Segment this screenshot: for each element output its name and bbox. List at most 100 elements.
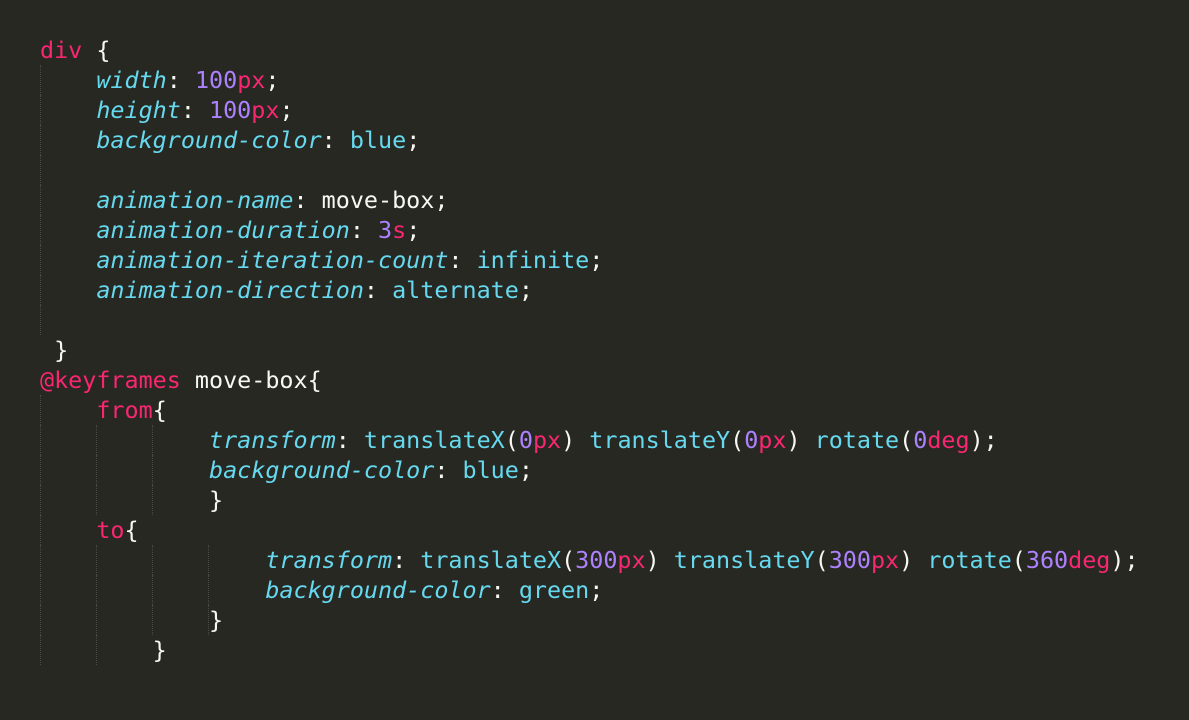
code-token: rotate — [814, 426, 900, 454]
code-token: ; — [434, 186, 449, 214]
code-token: ; — [265, 66, 280, 94]
code-token: to — [96, 516, 125, 544]
code-line-7: animation-duration: 3s; — [0, 215, 1189, 245]
code-token: ; — [518, 276, 533, 304]
code-token: translateX — [420, 546, 562, 574]
code-line-12: @keyframes move-box{ — [0, 365, 1189, 395]
code-editor[interactable]: div { width: 100px; height: 100px; backg… — [0, 0, 1189, 720]
code-token: translateX — [363, 426, 505, 454]
code-token: background-color — [209, 456, 435, 484]
code-token: 100 — [209, 96, 252, 124]
code-token: rotate — [927, 546, 1012, 574]
code-token: ; — [518, 456, 533, 484]
code-token: px — [870, 546, 900, 574]
code-token: transform — [265, 546, 393, 574]
code-token: animation-duration — [96, 216, 350, 244]
code-token: px — [251, 96, 280, 124]
code-token: translateY — [589, 426, 731, 454]
code-token: : — [293, 186, 322, 214]
code-token: background-color — [96, 126, 322, 154]
code-line-9: animation-direction: alternate; — [0, 275, 1189, 305]
code-token: : — [363, 276, 393, 304]
code-token: s — [392, 216, 407, 244]
code-token: green — [518, 576, 590, 604]
code-line-20: } — [0, 605, 1189, 635]
code-token: : — [180, 96, 210, 124]
code-token: } — [40, 486, 224, 514]
code-token: 100 — [194, 66, 238, 94]
code-token: animation-iteration-count — [96, 246, 449, 274]
code-token: } — [40, 606, 224, 634]
code-token: : — [166, 66, 195, 94]
code-token: ( — [899, 426, 914, 454]
code-token: : — [490, 576, 519, 604]
code-token: ; — [406, 126, 421, 154]
code-line-1: div { — [0, 35, 1189, 65]
code-line-18: transform: translateX(300px) translateY(… — [0, 545, 1189, 575]
code-token: move-box{ — [180, 366, 322, 394]
code-token: background-color — [265, 576, 491, 604]
code-token: px — [617, 546, 646, 574]
code-token: from — [96, 396, 153, 424]
code-token: 3 — [378, 216, 393, 244]
code-token: 0 — [913, 426, 928, 454]
code-token: 0 — [518, 426, 533, 454]
code-token: : — [321, 126, 350, 154]
code-token: : — [434, 456, 463, 484]
code-line-11: } — [0, 335, 1189, 365]
code-token: 300 — [575, 546, 618, 574]
code-token: ) — [786, 426, 815, 454]
code-token: move-box — [321, 186, 435, 214]
code-token: 300 — [828, 546, 871, 574]
code-line-4: background-color: blue; — [0, 125, 1189, 155]
code-token: ; — [589, 576, 604, 604]
code-token: 0 — [744, 426, 759, 454]
code-token: ( — [814, 546, 829, 574]
code-token: } — [40, 336, 69, 364]
code-token: } — [40, 636, 167, 664]
code-token: ( — [504, 426, 519, 454]
code-line-14: transform: translateX(0px) translateY(0p… — [0, 425, 1189, 455]
code-token: transform — [209, 426, 336, 454]
code-line-2: width: 100px; — [0, 65, 1189, 95]
code-token: infinite — [476, 246, 590, 274]
code-token: : — [448, 246, 477, 274]
code-token: alternate — [392, 276, 519, 304]
code-token: ( — [561, 546, 576, 574]
code-line-16: } — [0, 485, 1189, 515]
code-token: { — [124, 516, 139, 544]
code-token: { — [152, 396, 167, 424]
code-token: ) — [645, 546, 674, 574]
code-token: ; — [589, 246, 604, 274]
code-token: ; — [279, 96, 294, 124]
code-line-3: height: 100px; — [0, 95, 1189, 125]
code-line-15: background-color: blue; — [0, 455, 1189, 485]
code-token: deg — [1068, 546, 1111, 574]
code-token: px — [237, 66, 266, 94]
code-token: 360 — [1025, 546, 1069, 574]
code-token: ; — [406, 216, 421, 244]
code-token: width — [96, 66, 167, 94]
code-token: { — [82, 36, 111, 64]
code-line-17: to{ — [0, 515, 1189, 545]
code-line-21: } — [0, 635, 1189, 665]
code-line-8: animation-iteration-count: infinite; — [0, 245, 1189, 275]
code-token: deg — [927, 426, 970, 454]
code-line-5 — [0, 155, 1189, 185]
code-token: animation-direction — [96, 276, 364, 304]
code-token: : — [392, 546, 421, 574]
code-token: : — [349, 216, 378, 244]
code-token: div — [40, 36, 83, 64]
code-line-10 — [0, 305, 1189, 335]
code-token: blue — [462, 456, 519, 484]
